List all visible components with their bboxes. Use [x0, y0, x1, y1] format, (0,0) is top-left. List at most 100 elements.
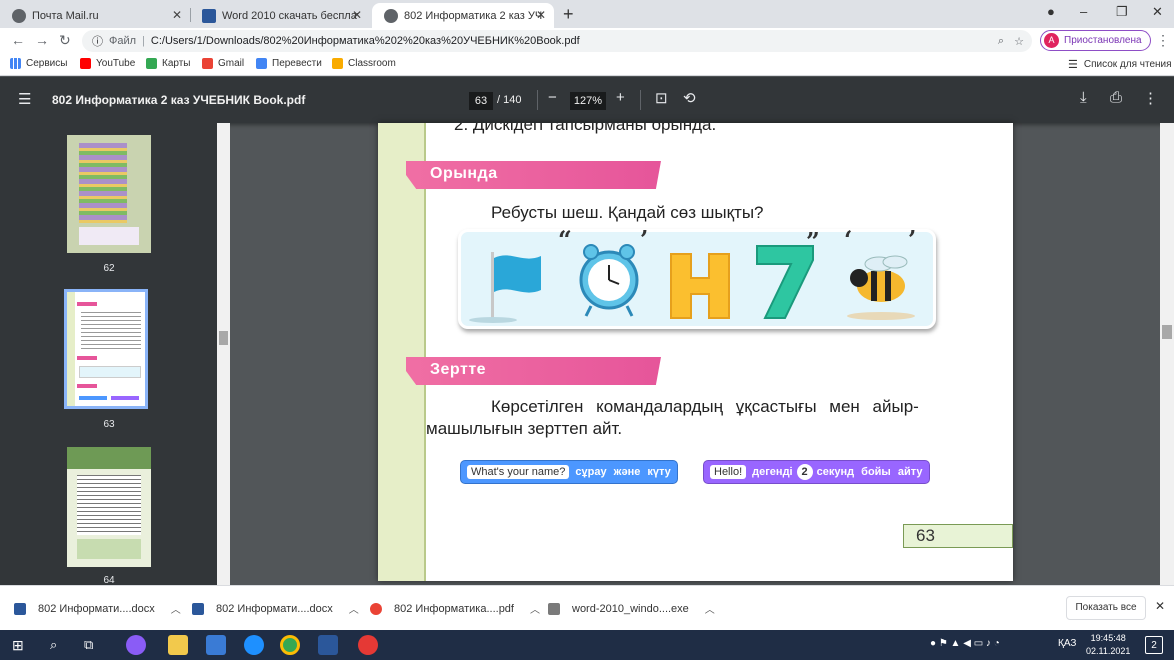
letter-h-icon: [670, 253, 730, 319]
more-icon[interactable]: ⋮: [1143, 89, 1158, 107]
quote-mark: ”: [806, 227, 820, 256]
forward-icon[interactable]: →: [35, 32, 49, 48]
profile-button[interactable]: А Приостановлена: [1040, 30, 1151, 51]
thumbnail-page-63[interactable]: [64, 289, 148, 409]
taskbar: ⊞ ⌕ ⧉ ● ⚑ ▲ ◀ ▭ ♪ ◔ ҚАЗ 19:45:48 02.11.2…: [0, 630, 1174, 660]
quote-mark: “: [558, 225, 572, 254]
translate-icon: [256, 58, 267, 69]
flag-icon: [469, 252, 541, 323]
tab-bar: Почта Mail.ru ✕ Word 2010 скачать беспла…: [0, 0, 1174, 28]
reading-list-button[interactable]: ☰ Список для чтения: [1068, 58, 1172, 71]
alarm-clock-icon: [579, 244, 639, 317]
classroom-icon: [332, 58, 343, 69]
tab-pdf[interactable]: 802 Информатика 2 каз УЧЕБН ✕: [372, 3, 554, 28]
thumbnail-sidebar: 62 63 64: [0, 123, 230, 586]
restore-button[interactable]: ❐: [1116, 4, 1128, 20]
thumbnail-page-62[interactable]: [67, 135, 151, 253]
section-header-orynda: Орында: [406, 161, 661, 189]
clock[interactable]: 19:45:48 02.11.2021: [1086, 632, 1130, 658]
chevron-up-icon[interactable]: ︿: [530, 601, 540, 616]
comma-mark: ’: [640, 225, 649, 254]
reading-list-icon: ☰: [1068, 59, 1078, 71]
bookmark-youtube[interactable]: YouTube: [80, 58, 135, 69]
minimize-button[interactable]: –: [1080, 4, 1087, 19]
info-icon: ⓘ: [92, 36, 103, 48]
rotate-icon[interactable]: ⟲: [683, 89, 696, 107]
apps-icon: [10, 58, 21, 69]
chevron-up-icon[interactable]: ︿: [705, 601, 715, 616]
close-tab-icon[interactable]: ✕: [172, 8, 182, 22]
sidebar-scrollbar[interactable]: [217, 123, 230, 585]
chrome-icon[interactable]: [280, 635, 300, 655]
menu-icon[interactable]: ⋮: [1156, 32, 1170, 49]
downloads-bar: 802 Информати....docx ︿ 802 Информати...…: [0, 585, 1174, 630]
rebus-images: [469, 244, 915, 323]
comma-mark: ’: [908, 225, 917, 254]
close-tab-icon[interactable]: ✕: [536, 8, 546, 22]
print-icon[interactable]: ⎙: [1110, 89, 1122, 106]
show-all-button[interactable]: Показать все: [1066, 596, 1146, 620]
close-tab-icon[interactable]: ✕: [352, 8, 362, 22]
task-text: Ребусты шеш. Қандай сөз шықты?: [491, 203, 764, 222]
thumbnail-page-64[interactable]: [67, 447, 151, 567]
download-item[interactable]: 802 Информати....docx ︿: [192, 601, 359, 616]
chevron-up-icon[interactable]: ︿: [171, 601, 181, 616]
bee-icon: [847, 255, 915, 320]
bookmark-classroom[interactable]: Classroom: [332, 58, 396, 69]
globe-icon: [384, 8, 398, 23]
zoom-icon[interactable]: ⌕: [998, 35, 1004, 48]
cortana-icon[interactable]: [126, 635, 146, 655]
tab-word[interactable]: Word 2010 скачать бесплатно р ✕: [190, 3, 370, 28]
main-scrollbar[interactable]: [1160, 123, 1174, 585]
download-item[interactable]: word-2010_windo....exe ︿: [548, 601, 715, 616]
edge-icon[interactable]: [244, 635, 264, 655]
youtube-icon: [80, 58, 91, 69]
pdf-page: 2. Дискідегі тапсырманы орында. Орында Р…: [378, 123, 1013, 581]
bookmark-translate[interactable]: Перевести: [256, 58, 322, 69]
docx-icon: [192, 602, 204, 615]
maps-icon: [146, 58, 157, 69]
hamburger-icon[interactable]: ☰: [18, 90, 31, 108]
page-number-input[interactable]: 63: [469, 92, 493, 110]
store-icon[interactable]: [206, 635, 226, 655]
rebus-panel: [458, 229, 936, 329]
fit-page-icon[interactable]: ⊡: [655, 89, 668, 107]
tab-mail[interactable]: Почта Mail.ru ✕: [0, 3, 190, 28]
bookmarks-bar: Сервисы YouTube Карты Gmail Перевести Cl…: [0, 54, 1174, 76]
reload-icon[interactable]: ↻: [59, 32, 71, 49]
address-bar: ← → ↻ ⓘ Файл | C:/Users/1/Downloads/802%…: [0, 28, 1174, 54]
download-item[interactable]: 802 Информати....docx ︿: [14, 601, 181, 616]
exe-icon: [548, 602, 560, 615]
zoom-out-button[interactable]: −: [548, 89, 557, 106]
word-icon[interactable]: [318, 635, 338, 655]
star-icon[interactable]: ☆: [1014, 35, 1024, 48]
task-view-icon[interactable]: ⧉: [84, 637, 93, 653]
bookmark-services[interactable]: Сервисы: [10, 58, 67, 69]
close-window-button[interactable]: ✕: [1152, 4, 1163, 20]
page-number-label: 63: [903, 524, 1013, 548]
new-tab-button[interactable]: +: [563, 4, 574, 25]
word-icon: [202, 8, 216, 23]
url-input[interactable]: ⓘ Файл | C:/Users/1/Downloads/802%20Инфо…: [82, 30, 1032, 52]
close-downloads-icon[interactable]: ✕: [1155, 599, 1165, 613]
bookmark-gmail[interactable]: Gmail: [202, 58, 244, 69]
zoom-in-button[interactable]: +: [616, 89, 625, 106]
tray-icons[interactable]: ● ⚑ ▲ ◀ ▭ ♪ ◔: [930, 638, 1000, 649]
language-indicator[interactable]: ҚАЗ: [1058, 638, 1076, 649]
file-explorer-icon[interactable]: [168, 635, 188, 655]
download-icon[interactable]: ⤓: [1080, 89, 1087, 106]
back-icon[interactable]: ←: [11, 32, 25, 48]
windows-start-icon[interactable]: ⊞: [12, 637, 24, 654]
chevron-up-icon[interactable]: ︿: [349, 601, 359, 616]
quote-mark: ‘: [844, 225, 853, 254]
search-icon[interactable]: ⌕: [50, 637, 57, 653]
document-title: 802 Информатика 2 каз УЧЕБНИК Book.pdf: [52, 93, 306, 107]
globe-icon: [12, 8, 26, 23]
download-item[interactable]: 802 Информатика....pdf ︿: [370, 601, 540, 616]
profile-menu-icon[interactable]: ●: [1047, 4, 1055, 19]
yandex-icon[interactable]: [358, 635, 378, 655]
notifications-icon[interactable]: 2: [1145, 636, 1163, 654]
zoom-input[interactable]: 127%: [570, 92, 606, 110]
ask-and-wait-block: What's your name? сұрау және күту: [460, 460, 678, 484]
bookmark-maps[interactable]: Карты: [146, 58, 191, 69]
